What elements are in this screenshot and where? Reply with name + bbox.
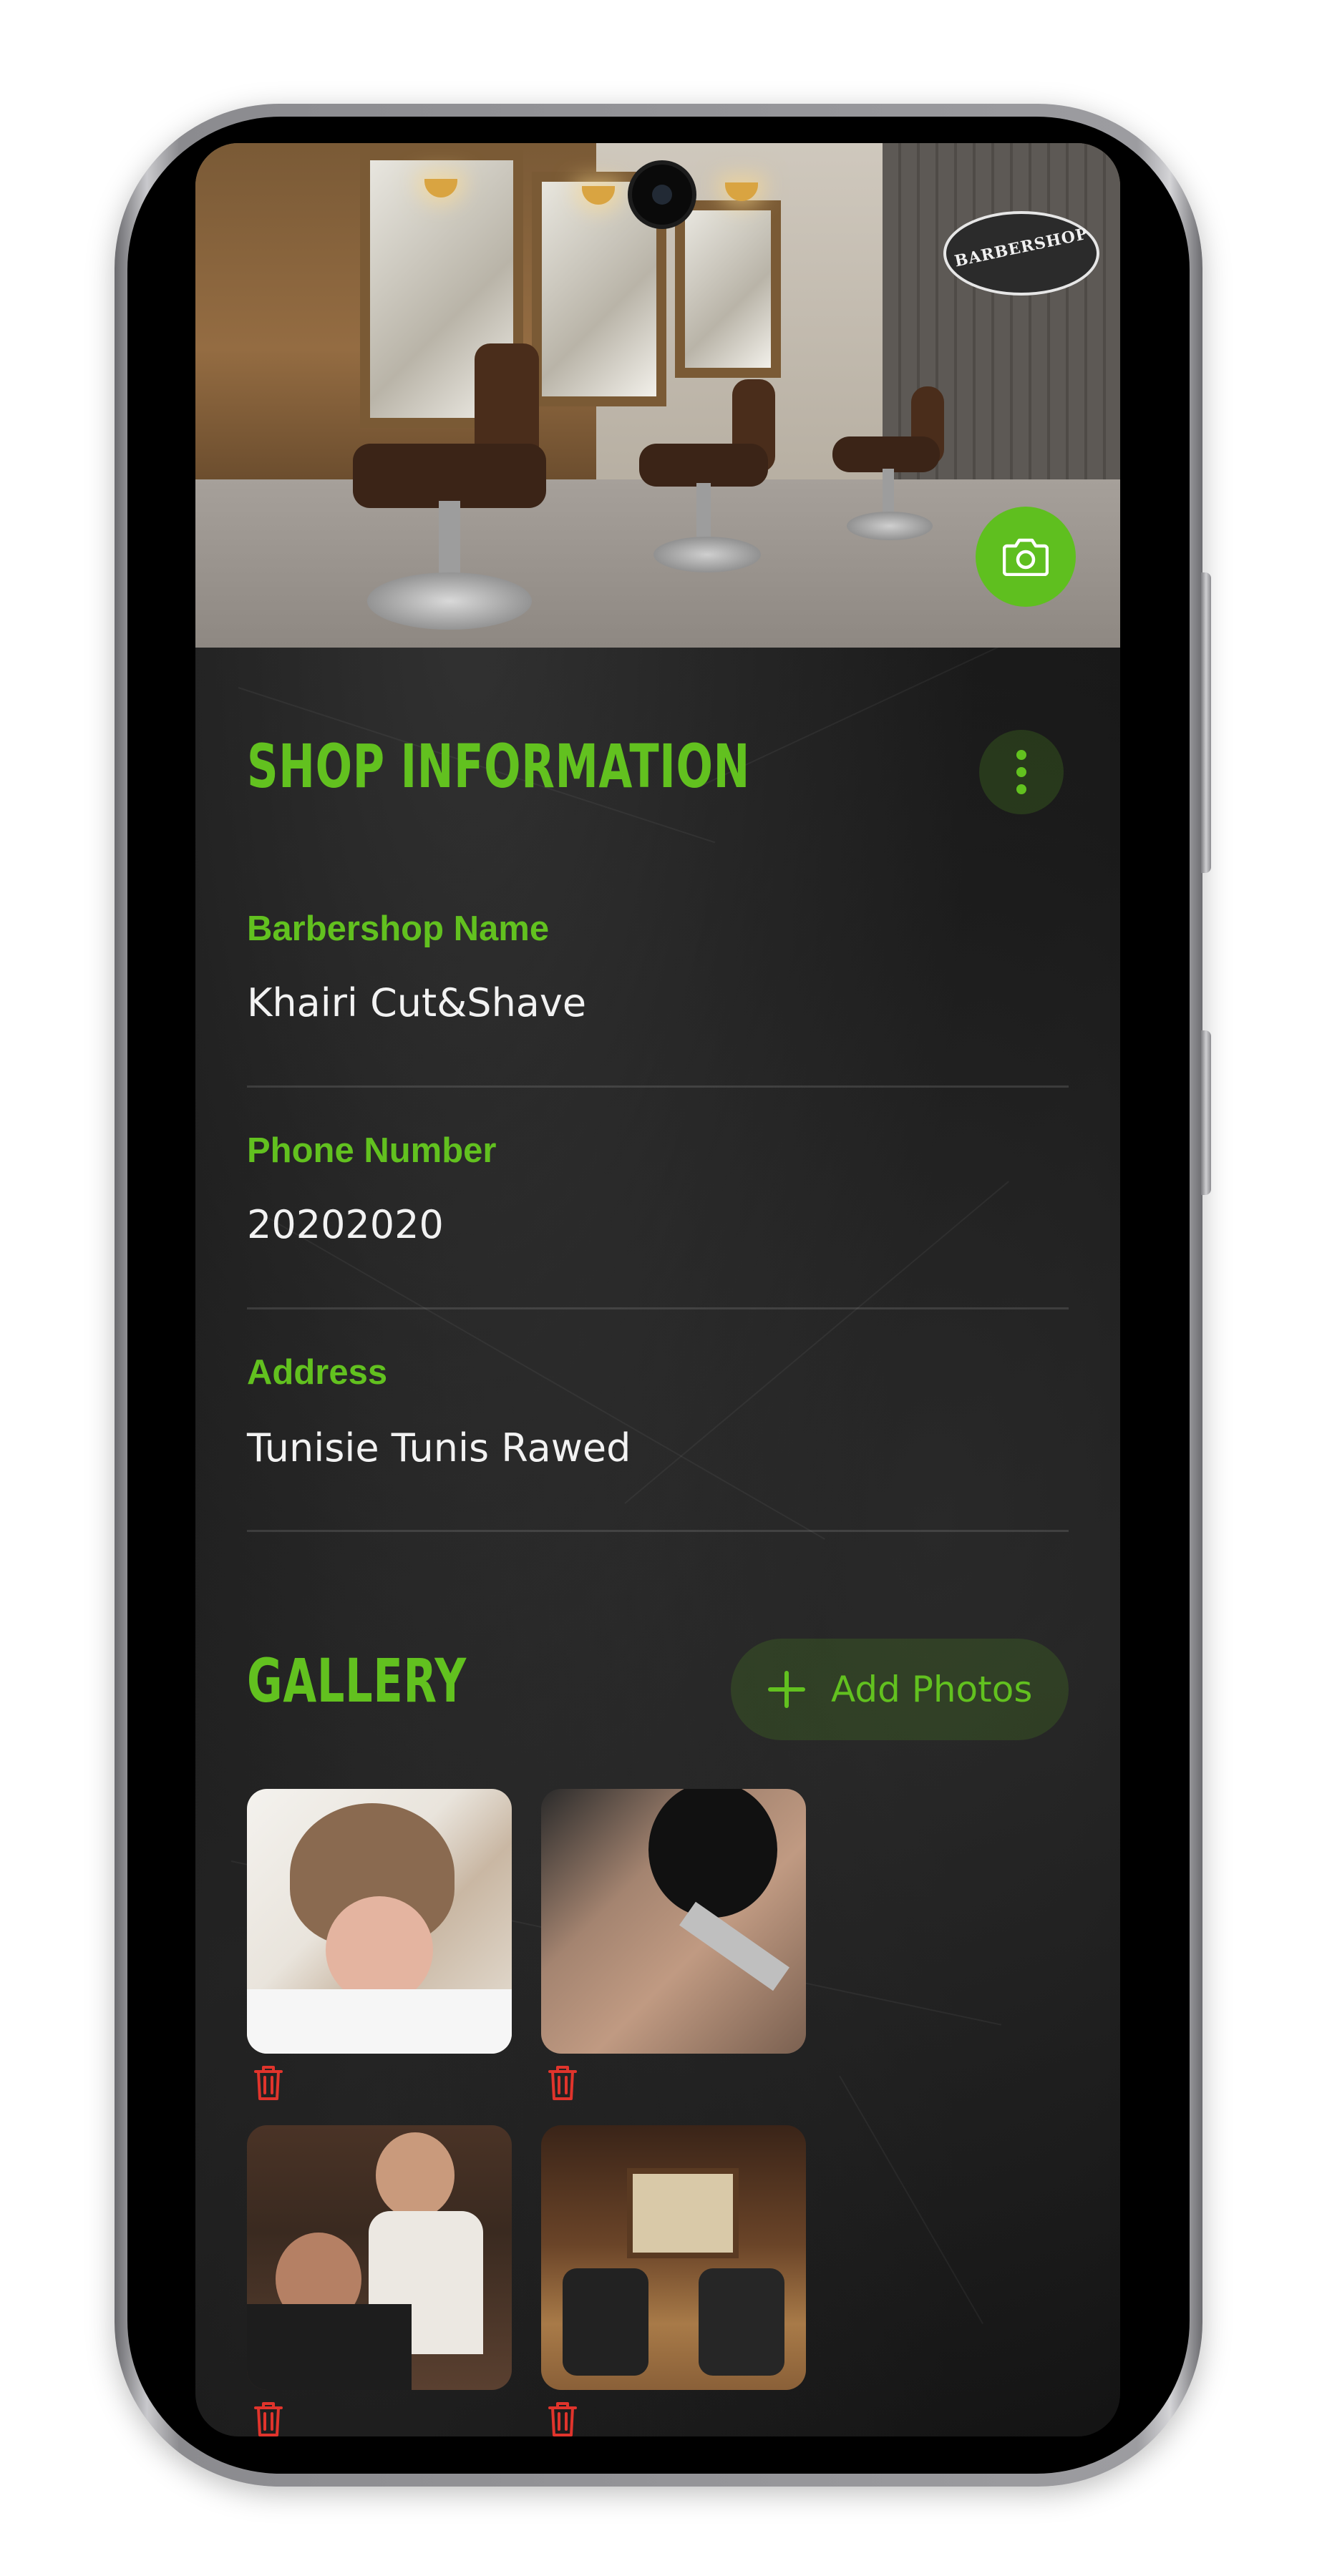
barbershop-name-label: Barbershop Name	[247, 909, 550, 948]
barbershop-logo-sign: BARBERSHOP	[943, 211, 1099, 296]
address-field[interactable]: Tunisie Tunis Rawed	[247, 1425, 631, 1470]
more-options-button[interactable]	[979, 730, 1064, 814]
power-button	[1201, 1030, 1211, 1195]
change-cover-button[interactable]	[976, 507, 1076, 607]
divider	[247, 1085, 1069, 1088]
gallery-title: GALLERY	[247, 1646, 467, 1716]
phone-number-label: Phone Number	[247, 1131, 497, 1170]
address-label: Address	[247, 1353, 388, 1392]
volume-button	[1201, 572, 1211, 873]
add-photos-button[interactable]: Add Photos	[731, 1639, 1069, 1740]
barber-chair	[825, 386, 968, 558]
mirror	[675, 200, 781, 378]
barbershop-name-field[interactable]: Khairi Cut&Shave	[247, 980, 586, 1025]
add-photos-label: Add Photos	[831, 1669, 1033, 1710]
divider	[247, 1530, 1069, 1532]
phone-number-field[interactable]: 20202020	[247, 1202, 444, 1247]
shop-information-title: SHOP INFORMATION	[247, 731, 751, 801]
delete-photo-button[interactable]	[253, 2064, 284, 2102]
barber-chair	[331, 343, 618, 644]
gallery-photo[interactable]	[247, 2125, 512, 2390]
front-camera	[632, 165, 692, 225]
gallery-photo[interactable]	[541, 1789, 806, 2054]
gallery-photo[interactable]	[247, 1789, 512, 2054]
more-vert-icon	[1016, 750, 1026, 760]
divider	[247, 1307, 1069, 1309]
camera-icon	[1003, 538, 1049, 576]
gallery-photo[interactable]	[541, 2125, 806, 2390]
delete-photo-button[interactable]	[547, 2064, 578, 2102]
plus-icon	[767, 1669, 807, 1709]
delete-photo-button[interactable]	[253, 2401, 284, 2436]
barber-chair	[625, 379, 811, 594]
delete-photo-button[interactable]	[547, 2401, 578, 2436]
app-screen: BARBERSHOP SHOP INFORMATION Barbershop N…	[195, 143, 1120, 2436]
cover-photo: BARBERSHOP	[195, 143, 1120, 648]
